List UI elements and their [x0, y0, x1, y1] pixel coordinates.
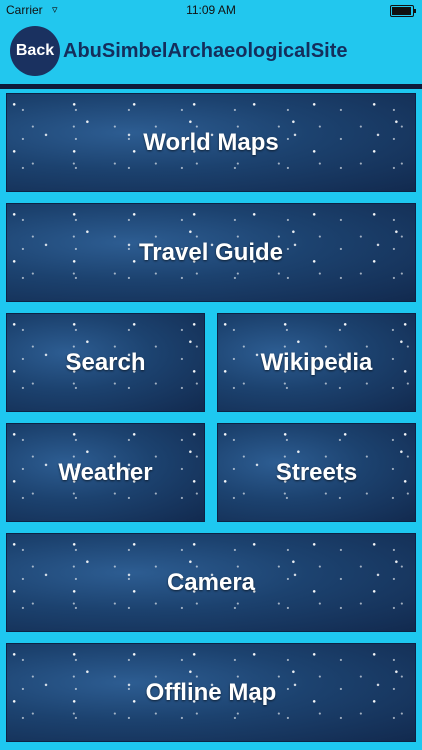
status-bar: Carrier ▿ 11:09 AM	[0, 0, 422, 20]
status-time: 11:09 AM	[186, 3, 236, 17]
camera-button[interactable]: Camera	[6, 533, 416, 632]
streets-button[interactable]: Streets	[217, 423, 416, 522]
travel-guide-button[interactable]: Travel Guide	[6, 203, 416, 302]
wikipedia-button[interactable]: Wikipedia	[217, 313, 416, 412]
weather-button[interactable]: Weather	[6, 423, 205, 522]
nav-bar: Back AbuSimbelArchaeologicalSite	[0, 20, 422, 84]
menu-grid: World Maps Travel Guide Search Wikipedia…	[0, 89, 422, 750]
page-title: AbuSimbelArchaeologicalSite	[63, 40, 348, 62]
offline-map-button[interactable]: Offline Map	[6, 643, 416, 742]
back-button[interactable]: Back	[10, 26, 60, 76]
search-button[interactable]: Search	[6, 313, 205, 412]
battery-icon	[390, 5, 416, 17]
world-maps-button[interactable]: World Maps	[6, 93, 416, 192]
